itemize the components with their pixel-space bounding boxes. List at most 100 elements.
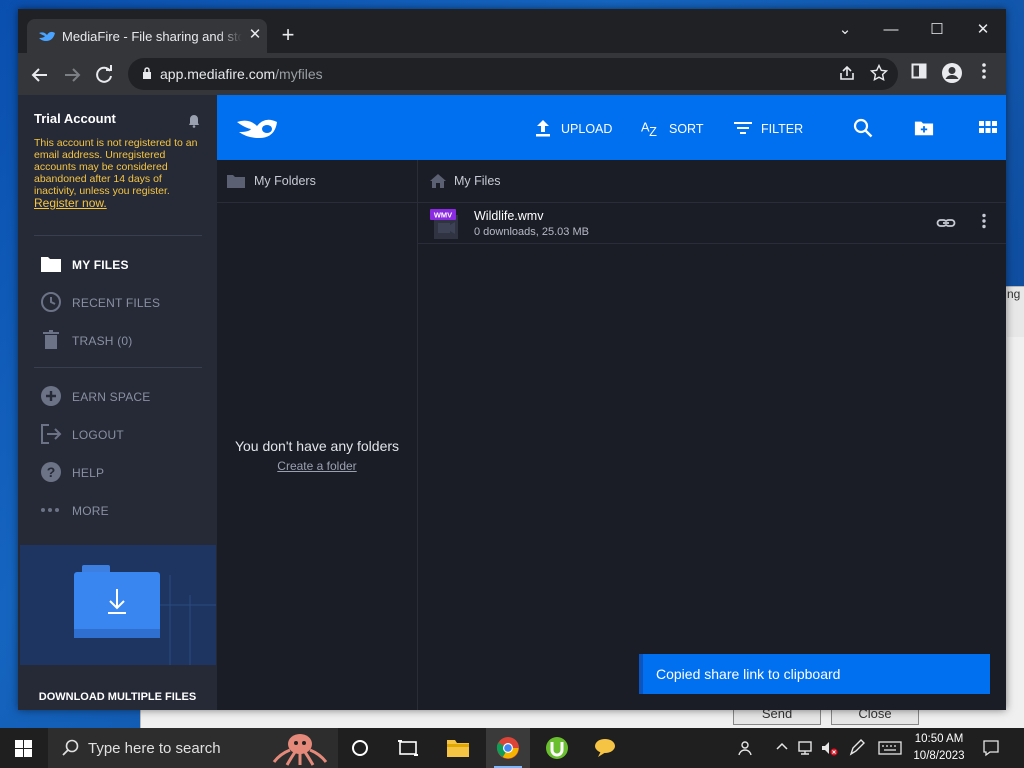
sidebar-item-recent-files[interactable]: RECENT FILES <box>40 291 210 315</box>
logout-icon <box>41 424 62 444</box>
folders-header-label: My Folders <box>254 174 316 188</box>
download-folder-icon <box>20 545 216 665</box>
sidebar-item-label: HELP <box>72 466 105 480</box>
forward-arrow-icon[interactable] <box>59 62 85 88</box>
close-window-button[interactable]: ✕ <box>960 15 1006 45</box>
filter-icon <box>734 122 752 134</box>
url-host: app.mediafire.com <box>160 66 276 82</box>
tray-expand-chevron-icon[interactable] <box>773 739 791 757</box>
lock-icon[interactable] <box>142 67 152 79</box>
sort-button[interactable]: AZ SORT <box>641 118 711 138</box>
share-link-icon[interactable] <box>936 213 956 233</box>
mediafire-logo-icon[interactable] <box>235 116 279 140</box>
plus-circle-icon <box>41 386 61 406</box>
file-type-badge: WMV <box>434 211 452 220</box>
sidebar-item-earn-space[interactable]: EARN SPACE <box>40 385 210 409</box>
browser-menu-icon[interactable] <box>971 62 997 88</box>
bookmark-star-icon[interactable] <box>868 63 890 86</box>
promo-label[interactable]: DOWNLOAD MULTIPLE FILES <box>18 691 217 703</box>
folder-icon <box>41 257 61 272</box>
files-header-label[interactable]: My Files <box>454 174 501 188</box>
toast-message: Copied share link to clipboard <box>656 666 841 682</box>
sidebar-item-label: TRASH (0) <box>72 334 133 348</box>
upload-button[interactable]: UPLOAD <box>533 118 617 138</box>
sidebar-item-label: RECENT FILES <box>72 296 161 310</box>
share-icon[interactable] <box>836 64 858 86</box>
background-dialog-side-text: ng <box>1007 287 1024 337</box>
sidebar-divider <box>34 367 202 368</box>
clock-time: 10:50 AM <box>914 733 964 745</box>
cortana-icon[interactable] <box>348 736 372 760</box>
sidebar-divider <box>34 235 202 236</box>
create-folder-link[interactable]: Create a folder <box>217 459 417 473</box>
file-name[interactable]: Wildlife.wmv <box>474 209 543 223</box>
help-icon: ? <box>41 462 61 482</box>
new-folder-button[interactable] <box>914 118 936 138</box>
home-icon[interactable] <box>430 174 446 188</box>
file-explorer-icon[interactable] <box>446 736 470 760</box>
new-folder-icon <box>914 121 934 136</box>
maximize-button[interactable]: ☐ <box>914 15 960 45</box>
mediafire-favicon-icon <box>39 31 55 41</box>
filter-button[interactable]: FILTER <box>733 118 809 138</box>
files-breadcrumb: My Files <box>418 160 1006 203</box>
clock-icon <box>41 292 61 312</box>
chrome-icon[interactable] <box>496 736 520 760</box>
profile-icon[interactable] <box>939 62 965 88</box>
utorrent-icon[interactable] <box>545 736 569 760</box>
sidebar-item-help[interactable]: ? HELP <box>40 461 210 485</box>
notifications-icon[interactable] <box>982 739 1000 757</box>
clock-date: 10/8/2023 <box>913 750 965 762</box>
tab-title: MediaFire - File sharing and storage <box>62 29 242 44</box>
people-icon[interactable] <box>738 739 756 757</box>
back-arrow-icon[interactable] <box>27 62 53 88</box>
folder-icon <box>227 175 245 188</box>
taskbar-search-box[interactable]: Type here to search <box>48 728 338 768</box>
register-link[interactable]: Register now. <box>34 196 107 210</box>
file-more-options-icon[interactable] <box>978 213 990 233</box>
pen-icon[interactable] <box>848 739 866 757</box>
reload-icon[interactable] <box>91 62 117 88</box>
taskbar-clock[interactable]: 10:50 AM 10/8/2023 <box>908 731 970 765</box>
grid-view-button[interactable] <box>978 118 998 138</box>
account-title: Trial Account <box>34 111 116 126</box>
more-icon <box>41 508 59 512</box>
sidebar-item-label: LOGOUT <box>72 428 124 442</box>
url-text[interactable]: app.mediafire.com/myfiles <box>160 66 323 82</box>
file-row[interactable]: WMV Wildlife.wmv 0 downloads, 25.03 MB <box>418 203 1006 244</box>
new-tab-button[interactable]: + <box>276 24 300 49</box>
notification-bell-icon[interactable] <box>188 114 200 128</box>
browser-window: MediaFire - File sharing and storage ✕ +… <box>18 9 1006 710</box>
search-icon <box>853 118 873 138</box>
search-button[interactable] <box>853 118 873 138</box>
trash-icon <box>43 330 59 349</box>
upload-label: UPLOAD <box>561 122 613 136</box>
video-file-icon: WMV <box>430 209 458 239</box>
tab-strip: MediaFire - File sharing and storage ✕ +… <box>18 9 1006 53</box>
chat-bubble-icon[interactable] <box>593 736 617 760</box>
mediafire-app: Trial Account This account is not regist… <box>18 95 1006 710</box>
clipboard-toast: Copied share link to clipboard <box>639 654 990 694</box>
network-icon[interactable] <box>797 739 815 757</box>
tab-close-icon[interactable]: ✕ <box>246 26 264 44</box>
sidebar-item-logout[interactable]: LOGOUT <box>40 423 210 447</box>
sidebar-item-my-files[interactable]: MY FILES <box>40 253 210 277</box>
sidebar-item-more[interactable]: MORE <box>40 499 210 523</box>
file-meta: 0 downloads, 25.03 MB <box>474 226 589 238</box>
minimize-button[interactable]: — <box>868 15 914 45</box>
taskbar: Type here to search 10:50 AM 10/8/2023 <box>0 728 1024 768</box>
address-bar[interactable]: app.mediafire.com/myfiles <box>128 58 898 90</box>
account-warning: This account is not registered to an ema… <box>34 137 204 210</box>
download-multiple-promo[interactable] <box>20 545 216 665</box>
windows-start-icon[interactable] <box>15 740 32 757</box>
upload-icon <box>536 120 550 137</box>
sidebar-item-trash[interactable]: TRASH (0) <box>40 329 210 353</box>
keyboard-icon[interactable] <box>878 739 902 757</box>
volume-muted-icon[interactable] <box>820 739 838 757</box>
tab-search-icon[interactable]: ⌄ <box>822 15 868 45</box>
filter-label: FILTER <box>761 122 804 136</box>
task-view-icon[interactable] <box>396 736 420 760</box>
side-panel-icon[interactable] <box>906 62 932 88</box>
sort-az-icon: AZ <box>641 120 657 138</box>
browser-tab[interactable]: MediaFire - File sharing and storage ✕ <box>27 19 267 53</box>
